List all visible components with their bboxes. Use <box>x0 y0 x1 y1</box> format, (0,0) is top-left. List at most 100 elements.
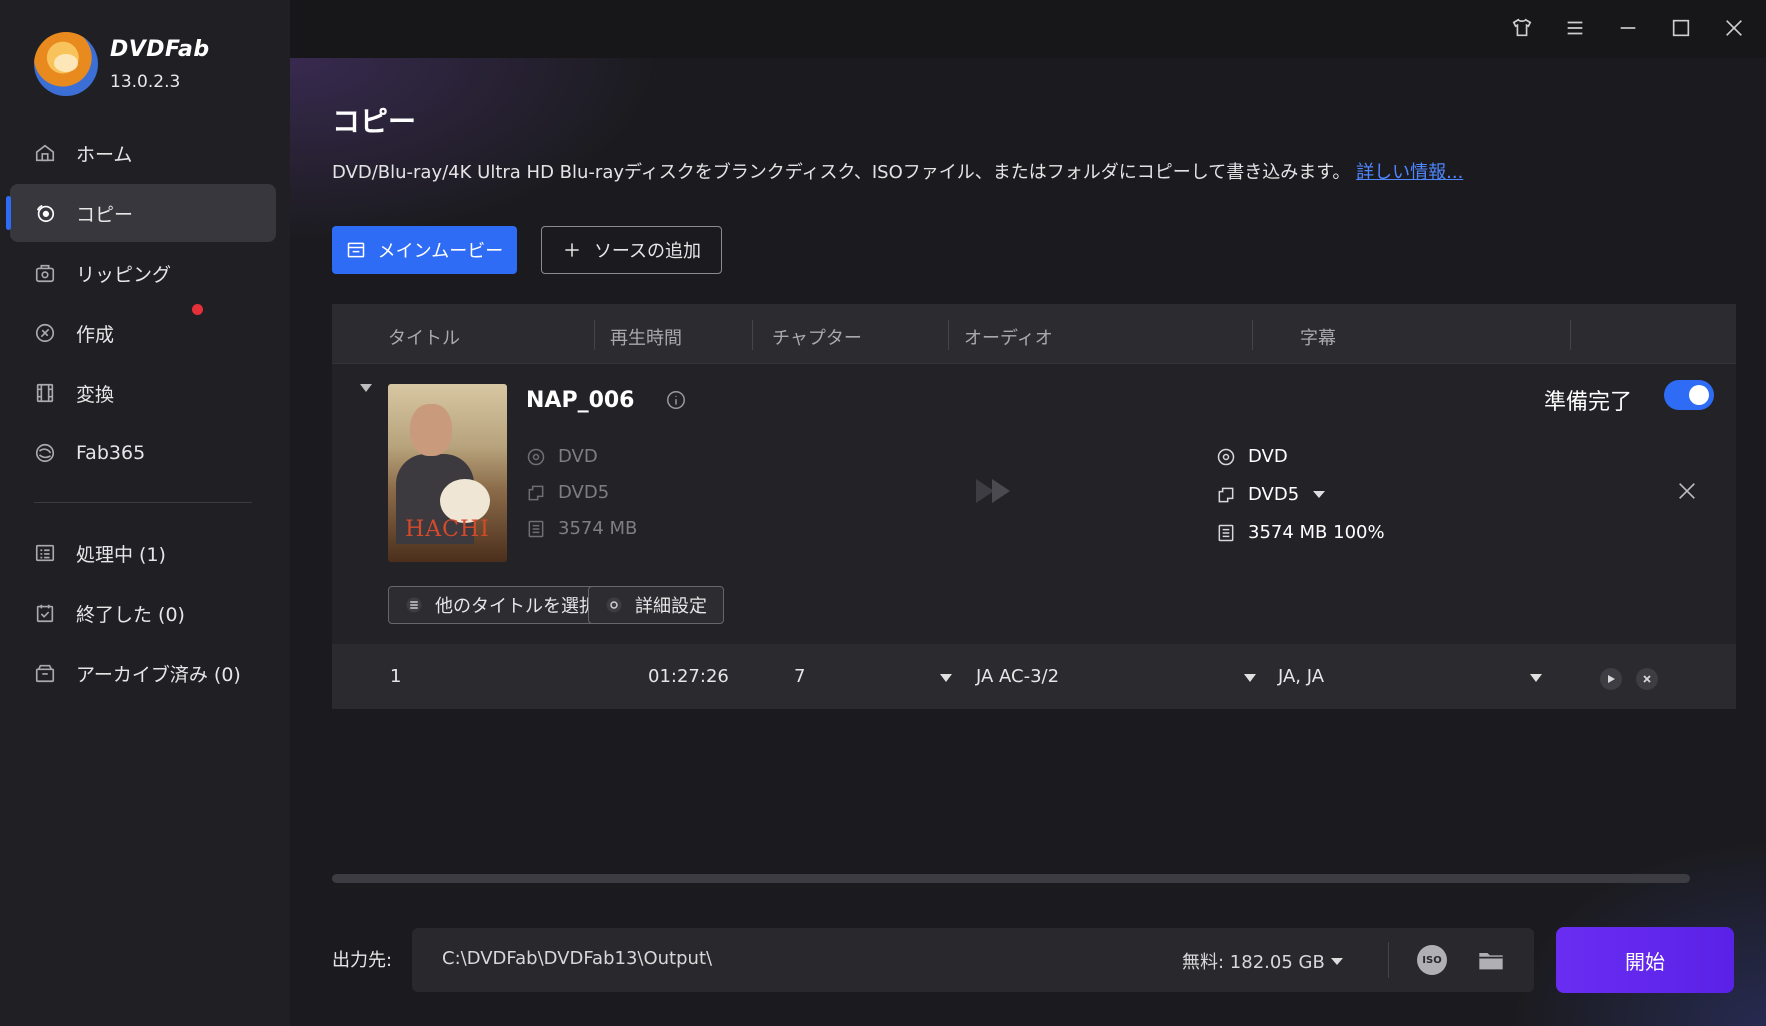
main-movie-icon <box>347 242 364 258</box>
main-panel: コピー DVD/Blu-ray/4K Ultra HD Blu-rayディスクを… <box>290 58 1766 1026</box>
copy-format-icon <box>528 485 544 500</box>
disc-icon <box>527 448 545 465</box>
minimize-icon[interactable] <box>1601 8 1654 48</box>
output-path-box[interactable]: C:\DVDFab\DVDFab13\Output\ 無料: 182.05 GB… <box>412 928 1534 992</box>
description-text: DVD/Blu-ray/4K Ultra HD Blu-rayディスクをブランク… <box>332 162 1351 183</box>
column-title: タイトル <box>388 328 460 349</box>
chapters-dropdown[interactable]: 7 <box>794 666 805 687</box>
sidebar-item-label: アーカイブ済み (0) <box>76 663 241 686</box>
folder-icon[interactable] <box>1477 946 1505 974</box>
chevron-down-icon[interactable] <box>1530 674 1542 682</box>
convert-icon <box>34 382 56 404</box>
play-preview-icon[interactable] <box>1600 668 1622 690</box>
sidebar-item-archived[interactable]: アーカイブ済み (0) <box>10 644 276 702</box>
sidebar-item-create[interactable]: 作成 <box>10 304 276 362</box>
queue-nav: 処理中 (1) 終了した (0) アーカイブ済み (0) <box>10 524 276 704</box>
close-icon[interactable] <box>1707 8 1760 48</box>
fab365-icon <box>34 442 56 464</box>
notification-dot <box>192 304 203 315</box>
sidebar-item-finished[interactable]: 終了した (0) <box>10 584 276 642</box>
sidebar-item-convert[interactable]: 変換 <box>10 364 276 422</box>
column-chapters: チャプター <box>772 328 862 349</box>
poster-title: HACHI <box>405 517 490 542</box>
disc-icon <box>1217 448 1235 465</box>
sidebar-item-fab365[interactable]: Fab365 <box>10 424 276 482</box>
table-row[interactable]: 1 01:27:26 7 JA AC-3/2 JA, JA <box>332 644 1736 709</box>
remove-disc-icon[interactable] <box>1676 480 1698 502</box>
main-movie-mode-button[interactable]: メインムービー <box>332 226 517 274</box>
output-divider <box>1388 942 1389 978</box>
column-audio: オーディオ <box>964 328 1053 349</box>
ready-toggle[interactable] <box>1664 380 1714 410</box>
sidebar-item-label: コピー <box>76 203 134 226</box>
forward-arrow-icon <box>976 479 1010 503</box>
disc-name: NAP_006 <box>526 388 635 413</box>
sidebar-item-copy[interactable]: コピー <box>6 184 276 242</box>
home-icon <box>34 142 56 164</box>
page-description: DVD/Blu-ray/4K Ultra HD Blu-rayディスクをブランク… <box>332 158 1463 184</box>
iso-icon[interactable]: ISO <box>1417 945 1447 975</box>
size-icon <box>528 520 544 537</box>
title-bar <box>290 0 1766 58</box>
column-divider <box>1570 320 1571 350</box>
sidebar-item-home[interactable]: ホーム <box>10 124 276 182</box>
sidebar-item-label: 作成 <box>76 323 115 346</box>
start-button[interactable]: 開始 <box>1556 927 1734 993</box>
create-icon <box>34 322 56 344</box>
chevron-down-icon[interactable] <box>940 674 952 682</box>
column-divider <box>752 320 753 350</box>
sidebar-item-label: Fab365 <box>76 442 146 464</box>
chevron-down-icon[interactable] <box>1244 674 1256 682</box>
chevron-down-icon <box>1330 957 1343 965</box>
brand-name: DVDFab <box>110 36 210 62</box>
disc-card: HACHI NAP_006 DVD DVD5 3574 MB DVD DVD5 … <box>332 364 1736 644</box>
add-source-label: ソースの追加 <box>593 241 702 262</box>
select-other-titles-button[interactable]: 他のタイトルを選択 <box>388 586 614 624</box>
status-label: 準備完了 <box>1544 390 1633 415</box>
copy-disc-icon <box>34 202 56 224</box>
column-divider <box>594 320 595 350</box>
shirt-icon[interactable] <box>1495 8 1548 48</box>
info-icon[interactable] <box>665 389 687 411</box>
list-icon <box>406 597 422 613</box>
table-header: タイトル 再生時間 チャプター オーディオ 字幕 <box>332 304 1736 364</box>
column-subtitles: 字幕 <box>1300 328 1336 349</box>
output-path: C:\DVDFab\DVDFab13\Output\ <box>442 948 713 969</box>
menu-icon[interactable] <box>1548 8 1601 48</box>
title-table: タイトル 再生時間 チャプター オーディオ 字幕 HACHI NAP_006 D… <box>332 304 1736 709</box>
sidebar-item-label: ホーム <box>76 143 133 166</box>
output-size: 3574 MB 100% <box>1216 522 1385 543</box>
output-type: DVD <box>1216 446 1288 467</box>
add-source-button[interactable]: ソースの追加 <box>541 226 722 274</box>
sidebar-item-label: 処理中 (1) <box>76 543 166 566</box>
free-space-dropdown[interactable]: 無料: 182.05 GB <box>1182 948 1343 974</box>
remove-title-icon[interactable] <box>1636 668 1658 690</box>
sidebar-item-ripping[interactable]: リッピング <box>10 244 276 302</box>
more-info-link[interactable]: 詳しい情報... <box>1356 162 1463 183</box>
copy-format-icon <box>1218 487 1234 502</box>
maximize-icon[interactable] <box>1654 8 1707 48</box>
sidebar-item-label: 終了した (0) <box>76 603 185 626</box>
collapse-arrow-icon[interactable] <box>360 384 372 392</box>
ripping-icon <box>34 262 56 284</box>
sidebar-divider <box>34 502 252 503</box>
settings-icon <box>606 597 622 613</box>
row-title: 1 <box>390 666 402 687</box>
subtitles-dropdown[interactable]: JA, JA <box>1278 666 1324 687</box>
advanced-settings-button[interactable]: 詳細設定 <box>588 586 724 624</box>
horizontal-scrollbar[interactable] <box>332 874 1690 883</box>
audio-dropdown[interactable]: JA AC-3/2 <box>976 666 1059 687</box>
column-divider <box>948 320 949 350</box>
archive-icon <box>34 662 56 684</box>
sidebar: DVDFab 13.0.2.3 ホーム コピー リッピング 作成 変換 Fab3… <box>0 0 290 1026</box>
page-title: コピー <box>332 105 417 138</box>
processing-icon <box>34 542 56 564</box>
output-format-dropdown[interactable]: DVD5 <box>1216 484 1326 505</box>
movie-poster: HACHI <box>388 384 507 562</box>
sidebar-item-processing[interactable]: 処理中 (1) <box>10 524 276 582</box>
sidebar-item-label: リッピング <box>76 263 172 286</box>
column-divider <box>1252 320 1253 350</box>
source-format: DVD5 <box>526 482 609 503</box>
main-movie-label: メインムービー <box>377 241 504 262</box>
sidebar-item-label: 変換 <box>76 383 115 406</box>
